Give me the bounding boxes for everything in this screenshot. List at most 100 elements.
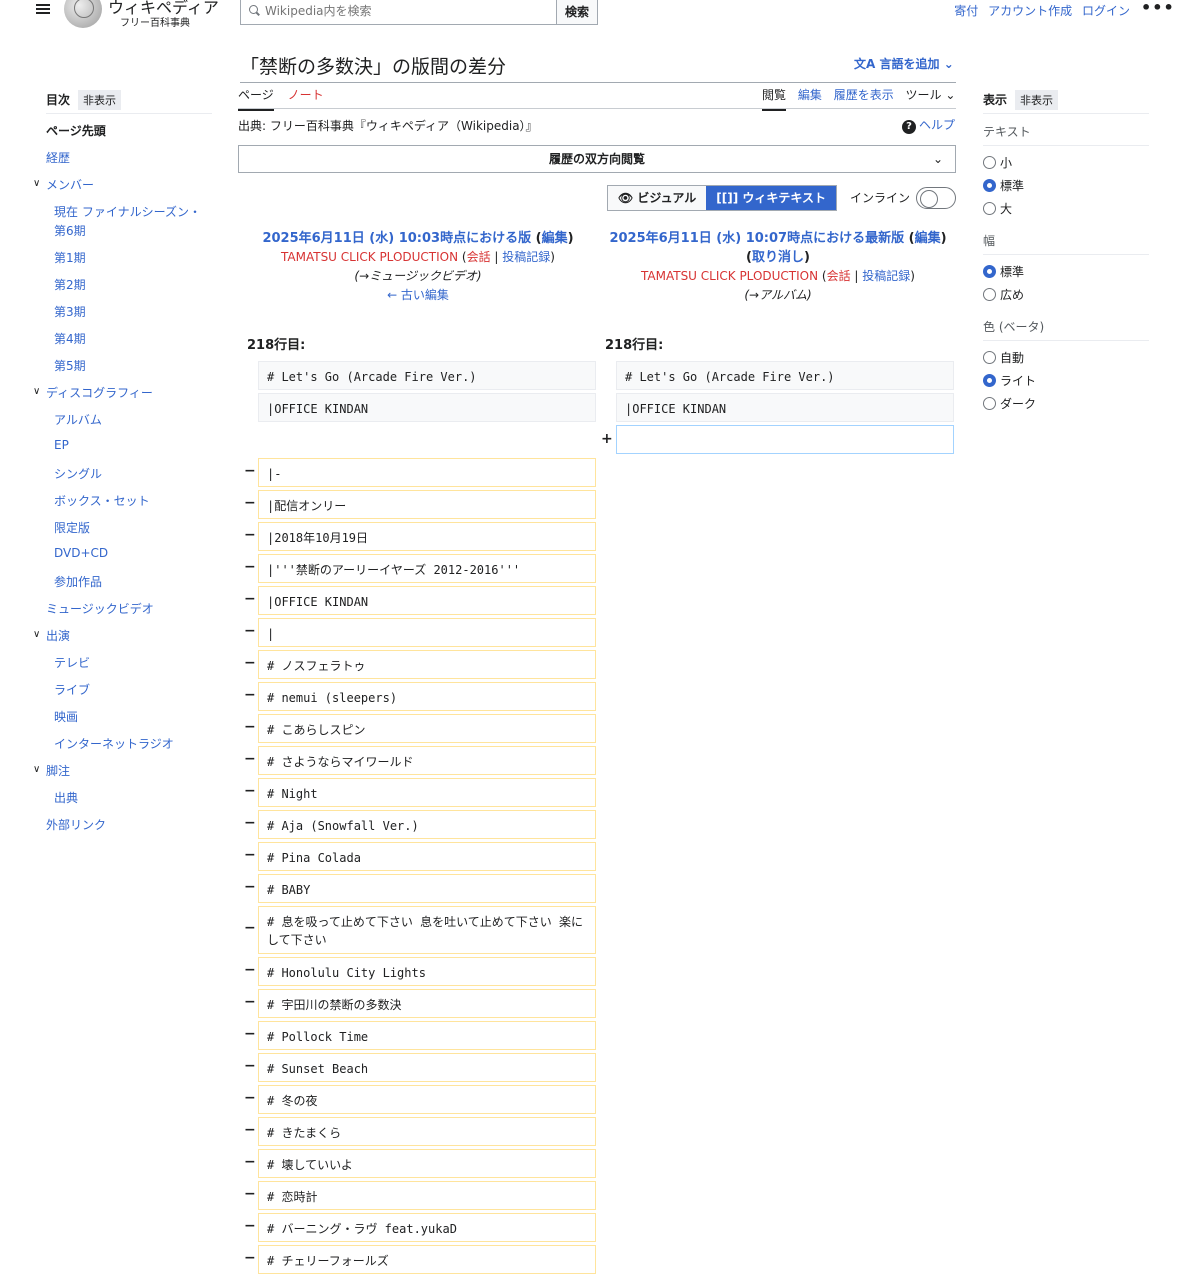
visual-mode-button[interactable]: 👁 ビジュアル: [608, 186, 707, 210]
undo-link[interactable]: 取り消し: [752, 250, 804, 265]
tab-edit[interactable]: 編集: [798, 86, 822, 109]
add-languages-button[interactable]: 文A 言語を追加 ⌄: [854, 55, 954, 72]
old-revision-link[interactable]: 2025年6月11日 (水) 10:03時点における版: [262, 231, 531, 246]
wikitext-mode-button[interactable]: [[]] ウィキテキスト: [706, 186, 837, 210]
removed-line: # ノスフェラトゥ: [258, 650, 596, 679]
removed-marker: −: [244, 622, 256, 639]
donate-link[interactable]: 寄付: [954, 4, 978, 18]
new-contribs-link[interactable]: 投稿記録: [862, 269, 910, 283]
old-user-link[interactable]: TAMATSU CLICK PLODUCTION: [281, 250, 458, 264]
appearance-header: 表示 非表示: [983, 90, 1059, 110]
toc-item[interactable]: 第5期: [54, 357, 86, 374]
older-edit-link[interactable]: ← 古い編集: [387, 288, 449, 302]
toc-item[interactable]: DVD+CD: [54, 546, 108, 560]
removed-marker: −: [244, 1121, 256, 1138]
search-button[interactable]: 検索: [557, 0, 597, 24]
inline-toggle[interactable]: [916, 187, 956, 209]
removed-line: |'''禁断のアーリーイヤーズ 2012-2016''': [258, 554, 596, 583]
toc-item[interactable]: 第2期: [54, 276, 86, 293]
chevron-down-icon[interactable]: ∨: [33, 764, 40, 775]
more-options-icon[interactable]: •••: [1141, 0, 1175, 17]
toc-item[interactable]: 経歴: [46, 149, 70, 166]
toc-item[interactable]: 参加作品: [54, 573, 102, 590]
toc-item[interactable]: 第3期: [54, 303, 86, 320]
removed-marker: −: [244, 1153, 256, 1170]
toc-item[interactable]: アルバム: [54, 411, 102, 428]
old-contribs-link[interactable]: 投稿記録: [502, 250, 550, 264]
removed-line: # BABY: [258, 874, 596, 903]
toc-item[interactable]: 限定版: [54, 519, 90, 536]
search-input[interactable]: [263, 0, 557, 24]
toc-item[interactable]: メンバー: [46, 176, 94, 193]
appearance-radio[interactable]: 標準: [983, 263, 1024, 280]
toc-item[interactable]: EP: [54, 438, 69, 452]
inline-toggle-label: インライン: [850, 191, 911, 205]
history-browser-toggle[interactable]: 履歴の双方向閲覧 ⌄: [238, 145, 956, 173]
removed-line: # nemui (sleepers): [258, 682, 596, 711]
chevron-down-icon: ⌄: [945, 88, 956, 102]
toc-item[interactable]: 出演: [46, 627, 70, 644]
search-icon: [241, 0, 263, 24]
toc-item[interactable]: シングル: [54, 465, 102, 482]
chevron-down-icon[interactable]: ∨: [33, 629, 40, 640]
tab-history[interactable]: 履歴を表示: [834, 86, 894, 109]
removed-marker: −: [244, 1249, 256, 1266]
source-line: 出典: フリー百科事典『ウィキペディア（Wikipedia）』: [238, 119, 538, 133]
toc-item[interactable]: 第1期: [54, 249, 86, 266]
tab-tools[interactable]: ツール ⌄: [906, 86, 956, 109]
new-user-link[interactable]: TAMATSU CLICK PLODUCTION: [641, 269, 818, 283]
tabs-divider: [238, 108, 956, 109]
help-link[interactable]: ? ヘルプ: [902, 116, 955, 134]
login-link[interactable]: ログイン: [1082, 4, 1130, 18]
appearance-radio[interactable]: 広め: [983, 286, 1024, 303]
toc-item[interactable]: ディスコグラフィー: [46, 384, 153, 401]
toc-item[interactable]: ミュージックビデオ: [46, 600, 154, 617]
appearance-radio[interactable]: 標準: [983, 177, 1024, 194]
old-line-number: 218行目:: [247, 338, 306, 353]
removed-marker: −: [244, 718, 256, 735]
appearance-radio[interactable]: 小: [983, 154, 1012, 171]
toc-item[interactable]: 現在 ファイナルシーズン・第6期: [54, 203, 204, 241]
old-talk-link[interactable]: 会話: [467, 250, 491, 264]
radio-label: 小: [1000, 156, 1013, 170]
toc-item[interactable]: ボックス・セット: [54, 492, 150, 509]
toc-item[interactable]: インターネットラジオ: [54, 735, 174, 752]
new-talk-link[interactable]: 会話: [827, 269, 851, 283]
appearance-radio[interactable]: ダーク: [983, 395, 1036, 412]
removed-line: |: [258, 618, 596, 647]
removed-line: # 宇田川の禁断の多数決: [258, 989, 596, 1018]
radio-label: ダーク: [1000, 397, 1037, 411]
tab-talk[interactable]: ノート: [288, 86, 324, 109]
removed-line: # Aja (Snowfall Ver.): [258, 810, 596, 839]
chevron-down-icon[interactable]: ∨: [33, 386, 40, 397]
removed-line: # 恋時計: [258, 1181, 596, 1210]
appearance-section-label: 幅: [983, 234, 996, 248]
chevron-down-icon[interactable]: ∨: [33, 178, 40, 189]
appearance-radio[interactable]: 大: [983, 200, 1012, 217]
toc-item[interactable]: 第4期: [54, 330, 86, 347]
create-account-link[interactable]: アカウント作成: [988, 4, 1072, 18]
radio-label: 広め: [1000, 288, 1025, 302]
new-edit-link[interactable]: 編集: [915, 231, 941, 246]
toc-item[interactable]: ページ先頭: [46, 122, 106, 139]
removed-marker: −: [244, 920, 256, 936]
toc-item[interactable]: 映画: [54, 708, 78, 725]
section-divider: [983, 254, 1149, 255]
appearance-radio[interactable]: 自動: [983, 349, 1024, 366]
toc-item[interactable]: 脚注: [46, 762, 70, 779]
toc-hide-button[interactable]: 非表示: [78, 90, 122, 110]
wikipedia-globe-icon[interactable]: [64, 0, 102, 28]
appearance-radio[interactable]: ライト: [983, 372, 1036, 389]
toc-item[interactable]: 外部リンク: [46, 816, 106, 833]
removed-marker: −: [244, 462, 256, 479]
new-revision-link[interactable]: 2025年6月11日 (水) 10:07時点における最新版: [609, 231, 904, 246]
menu-icon[interactable]: [36, 2, 50, 16]
appearance-section-label: 色 (ベータ): [983, 320, 1045, 334]
toc-item[interactable]: テレビ: [54, 654, 90, 671]
added-line: [616, 425, 954, 454]
radio-label: 自動: [1000, 351, 1025, 365]
toc-item[interactable]: 出典: [54, 789, 78, 806]
toc-item[interactable]: ライブ: [54, 681, 90, 698]
old-edit-link[interactable]: 編集: [542, 231, 568, 246]
appearance-hide-button[interactable]: 非表示: [1015, 90, 1059, 110]
